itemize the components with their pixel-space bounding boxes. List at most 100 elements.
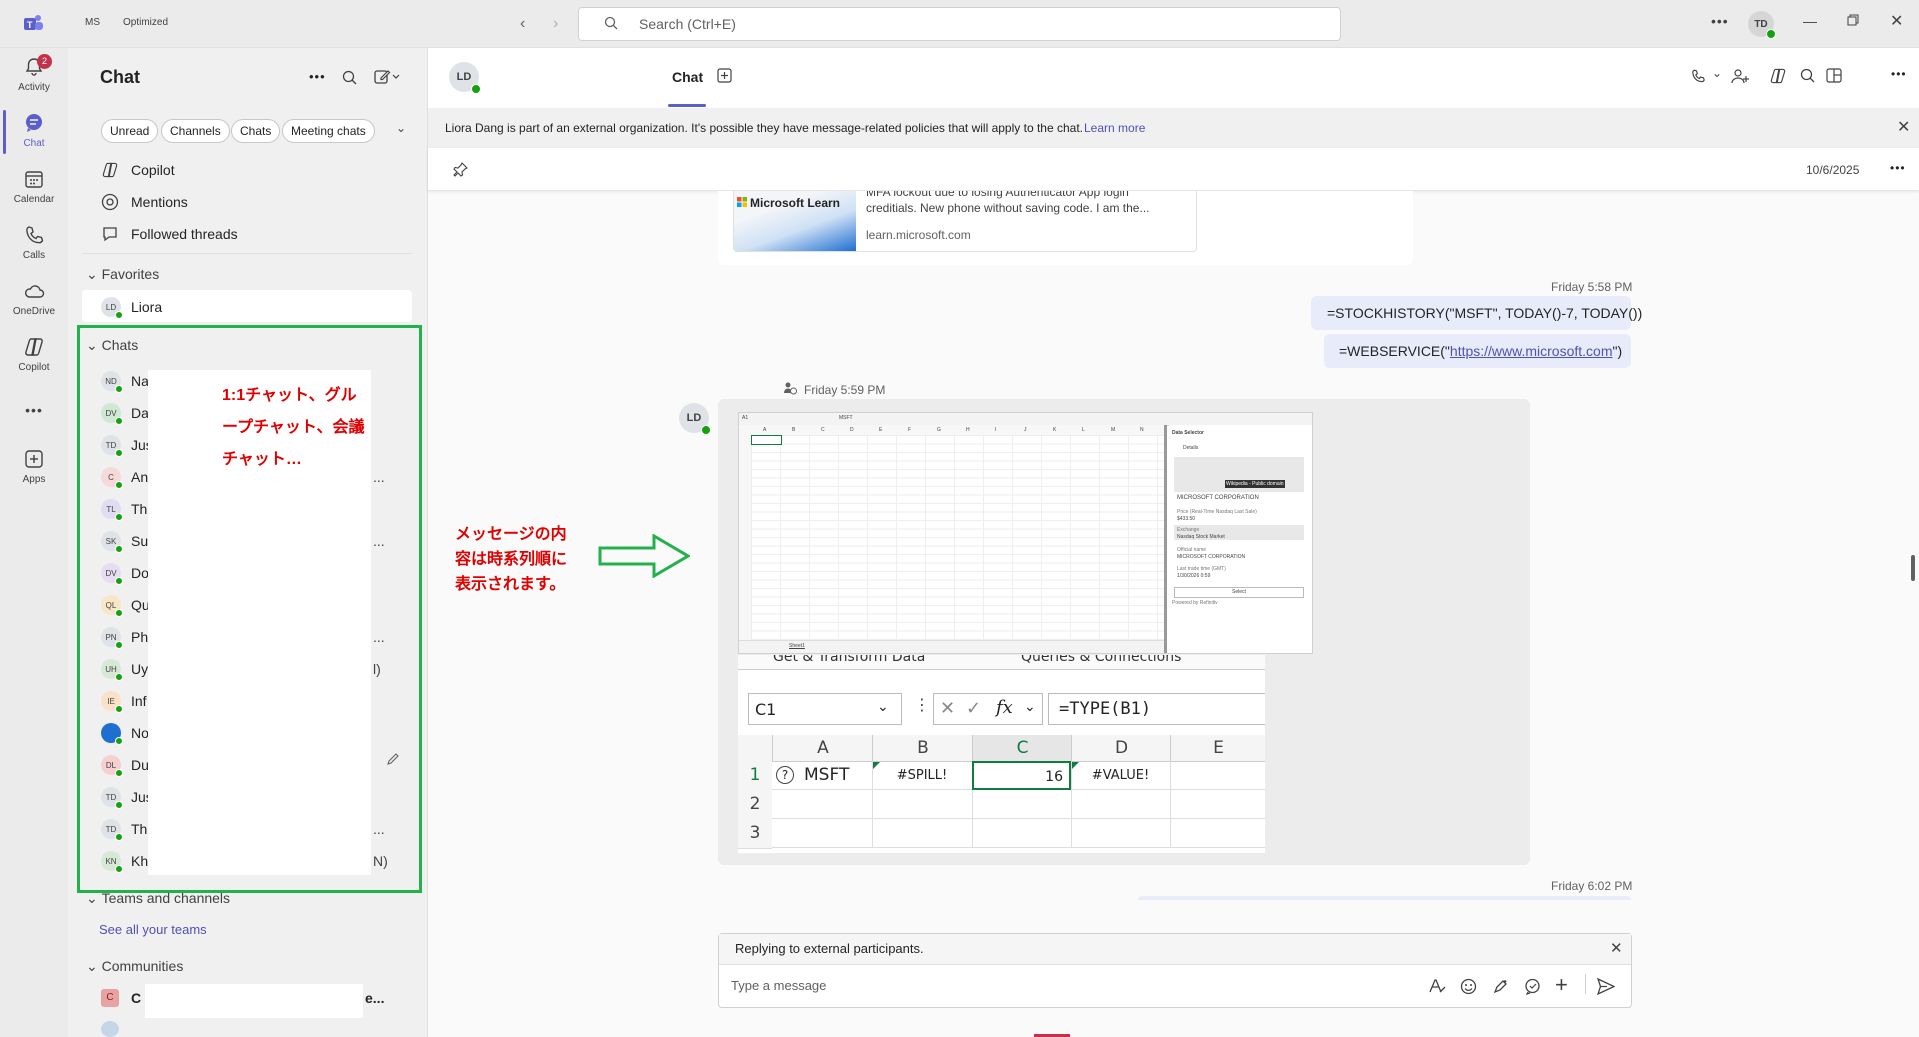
send-icon[interactable] [1597,978,1615,995]
copilot-icon [23,336,45,358]
contact-avatar[interactable]: LD [449,62,481,94]
quick-mentions[interactable]: Mentions [131,194,188,210]
rail-calls[interactable]: Calls [0,224,68,261]
chevron-down-icon: ⌄ [86,958,98,974]
favorites-header[interactable]: ⌄ Favorites [86,266,159,283]
pin-icon[interactable] [453,161,469,177]
add-attachment-icon[interactable]: + [1555,974,1568,996]
cell-d1: #VALUE! [1091,768,1150,783]
rail-more-icon[interactable]: ••• [0,402,68,418]
close-reply-icon[interactable]: ✕ [1610,939,1623,957]
rail-calendar[interactable]: Calendar [0,168,68,205]
favorite-name: Liora [131,299,163,315]
filter-chats[interactable]: Chats [231,119,281,143]
minimize-icon[interactable]: — [1803,13,1817,29]
rail-activity[interactable]: 2 Activity [0,54,68,93]
column-letter: E [879,427,883,433]
link-preview-card[interactable]: Microsoft Learn MFA lockout due to losin… [733,191,1197,252]
pop-out-icon[interactable] [1826,68,1842,83]
message-link[interactable]: https://www.microsoft.com [1450,343,1613,359]
sender-avatar[interactable]: LD [679,403,711,435]
annotation-chats-note: 1:1チャット、グループチャット、会議チャット… [222,387,365,468]
user-avatar[interactable]: TD [1748,11,1776,39]
cancel-icon: ✕ [940,698,956,719]
link-text-line1: MFA lockout due to losing Authenticator … [866,191,1129,199]
list-more-icon[interactable]: ••• [309,69,326,84]
cell-c1: 16 [972,761,1071,790]
pane-powered: Powered by Refinitiv [1172,600,1218,606]
excel-screenshot-small[interactable]: A1 MSFT A B C D E F G H I J K L M N Sheet1 Data Selec… [738,412,1313,654]
link-brand: Microsoft Learn [750,196,841,210]
chat-icon [23,112,45,134]
filter-unread[interactable]: Unread [101,119,159,143]
rail-label: Calendar [13,194,55,205]
rail-apps[interactable]: Apps [0,448,68,485]
add-people-icon[interactable] [1731,68,1749,84]
pinned-more-icon[interactable]: ••• [1890,161,1906,175]
divider [82,253,412,254]
rail-chat[interactable]: Chat [0,112,68,149]
filter-expand-icon[interactable]: ⌄ [396,121,406,135]
restore-icon[interactable] [1847,14,1859,26]
message-timestamp: Friday 6:02 PM [1551,879,1633,893]
column-letter: K [1053,427,1057,433]
column-letter: J [1024,427,1027,433]
quick-copilot[interactable]: Copilot [131,162,175,178]
rail-label: OneDrive [12,306,56,317]
teams-header[interactable]: ⌄ Teams and channels [86,890,230,907]
back-arrow-icon[interactable]: ‹ [520,15,525,33]
communities-header[interactable]: ⌄ Communities [86,958,183,975]
outgoing-message[interactable]: =WEBSERVICE("https://www.microsoft.com") [1324,334,1631,368]
phone-icon [23,224,45,246]
see-all-teams-link[interactable]: See all your teams [99,922,207,937]
forward-arrow-icon[interactable]: › [553,15,558,33]
message-input[interactable]: Type a message [731,978,826,993]
grid-line [772,818,1265,819]
external-sender-icon [783,381,797,395]
quick-followed-threads[interactable]: Followed threads [131,226,238,242]
banner-learn-more-link[interactable]: Learn more [1084,121,1145,135]
banner-close-icon[interactable]: ✕ [1897,117,1910,137]
format-icon[interactable] [1428,978,1446,994]
more-options-icon[interactable]: ••• [1711,13,1729,29]
rail-label: Activity [18,82,50,93]
rail-copilot[interactable]: Copilot [0,336,68,373]
filter-meeting-chats[interactable]: Meeting chats [282,119,375,143]
close-window-icon[interactable]: ✕ [1890,11,1903,31]
search-icon [604,16,618,30]
chat-scrollbar-thumb[interactable] [1911,555,1915,581]
call-dropdown-icon[interactable]: ⌄ [1712,66,1722,80]
filter-search-icon[interactable] [342,70,357,85]
message-timestamp: Friday 5:58 PM [1551,280,1633,294]
copilot-compose-icon[interactable] [1524,978,1541,995]
tab-chat[interactable]: Chat [672,69,703,85]
mode-chip[interactable]: Optimized [123,17,168,28]
formula-buttons: ✕ ✓ fx ⌄ [933,693,1043,725]
formula-text: MSFT [839,415,853,421]
add-tab-icon[interactable] [717,68,732,83]
pane-exchange: Nasdaq Stock Market [1177,534,1225,540]
new-chat-icon[interactable] [374,69,400,85]
copilot-icon[interactable] [1769,67,1787,85]
selected-cell [751,435,782,445]
call-icon[interactable] [1690,68,1706,84]
teams-logo-icon[interactable]: T [22,13,44,33]
filter-channels[interactable]: Channels [161,119,230,143]
rail-onedrive[interactable]: OneDrive [0,280,68,317]
rail-label: Copilot [18,362,50,373]
chat-more-icon[interactable]: ••• [1891,67,1907,81]
community-name[interactable]: C [131,990,141,1006]
check-icon: ✓ [966,698,982,719]
emoji-icon[interactable] [1460,978,1477,995]
user-initials: TD [1754,18,1768,30]
account-chip[interactable]: MS [85,17,100,28]
app-rail: 2 Activity Chat Calendar Calls OneDrive … [0,48,68,1037]
outgoing-message[interactable]: =STOCKHISTORY("MSFT", TODAY()-7, TODAY()… [1311,296,1642,330]
add-apps-icon [23,448,45,470]
avatar: LD [101,297,123,319]
loop-compose-icon[interactable] [1492,978,1509,995]
search-in-chat-icon[interactable] [1800,68,1815,83]
excel-screenshot-large[interactable]: Get & Transform Data Queries & Connectio… [738,655,1265,853]
search-box[interactable]: Search (Ctrl+E) [578,7,1341,41]
presence-available-icon [1766,29,1776,39]
